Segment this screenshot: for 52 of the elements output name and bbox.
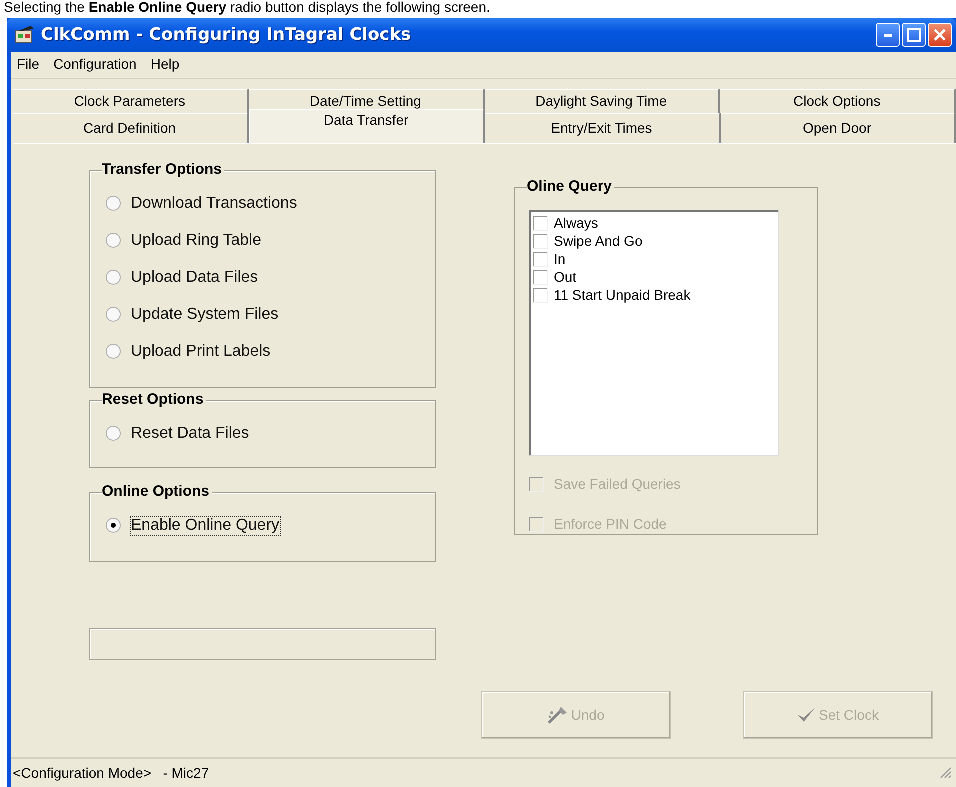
checkbox-label[interactable]: 11 Start Unpaid Break [554, 287, 691, 303]
wand-icon [547, 705, 570, 725]
radio-button[interactable] [106, 196, 121, 211]
tab[interactable]: Card Definition [13, 113, 248, 143]
radio-button[interactable] [106, 344, 121, 359]
checkbox-label[interactable]: Swipe And Go [554, 233, 643, 249]
group-title: Reset Options [102, 391, 206, 408]
close-button[interactable] [928, 23, 952, 47]
list-box[interactable]: Always Swipe And Go In Out 11 Start Unpaid Break [529, 210, 779, 456]
checkbox[interactable] [533, 270, 548, 284]
radio-label[interactable]: Update System Files [131, 306, 279, 324]
tab[interactable]: Data Transfer [248, 109, 485, 143]
tab[interactable]: Entry/Exit Times [485, 113, 720, 143]
radio-label[interactable]: Download Transactions [131, 194, 298, 212]
menu-item[interactable]: Help [150, 56, 180, 74]
radio-label[interactable]: Upload Print Labels [131, 342, 271, 360]
group-title: Online Options [102, 483, 212, 500]
tab[interactable]: Daylight Saving Time [484, 89, 720, 113]
resize-grip-icon[interactable] [940, 767, 952, 779]
radio-button[interactable] [106, 233, 121, 248]
minimize-icon [884, 34, 892, 36]
status-text: <Configuration Mode> - Mic27 [13, 765, 210, 781]
checkbox[interactable] [533, 234, 548, 248]
radio-button[interactable] [106, 270, 121, 285]
tab[interactable]: Clock Parameters [13, 89, 249, 113]
checkbox[interactable] [533, 252, 548, 266]
maximize-icon [907, 28, 921, 42]
caption-text: Selecting the Enable Online Query radio button displays the following screen. [3, 0, 492, 17]
checkbox-label[interactable]: Out [554, 269, 577, 285]
close-icon [933, 28, 947, 42]
radio-button[interactable] [106, 307, 121, 322]
tab[interactable]: Clock Options [720, 89, 956, 113]
group-title: Oline Query [527, 178, 614, 195]
maximize-button[interactable] [902, 23, 926, 47]
menu-item[interactable]: Configuration [54, 56, 137, 74]
app-icon [15, 26, 35, 44]
radio-label[interactable]: Reset Data Files [131, 424, 250, 442]
tab[interactable]: Open Door [720, 113, 956, 143]
checkbox-label[interactable]: In [554, 251, 566, 267]
menu-item[interactable]: File [17, 56, 40, 74]
check-icon [797, 706, 818, 724]
radio-label[interactable]: Upload Data Files [131, 268, 258, 286]
window-title: ClkComm - Configuring InTagral Clocks [41, 25, 412, 45]
radio-button[interactable] [106, 518, 121, 533]
checkbox[interactable] [533, 216, 548, 230]
checkbox-label[interactable]: Always [554, 215, 598, 231]
radio-label[interactable]: Upload Ring Table [131, 232, 262, 250]
radio-button[interactable] [106, 426, 121, 441]
checkbox[interactable] [533, 288, 548, 302]
minimize-button[interactable] [876, 23, 900, 47]
group-title: Transfer Options [102, 161, 224, 178]
radio-label[interactable]: Enable Online Query [131, 516, 280, 534]
